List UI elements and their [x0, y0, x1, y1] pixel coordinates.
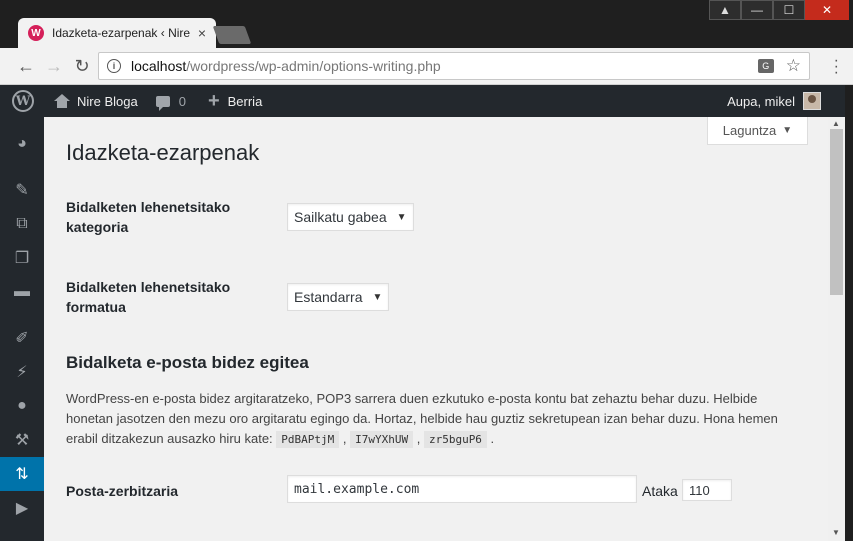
page-title: Idazketa-ezarpenak [66, 140, 260, 165]
comment-count: 0 [178, 93, 186, 109]
random-string: zr5bguP6 [423, 431, 487, 448]
dropdown-arrow-icon: ▼ [372, 291, 383, 303]
pages-icon[interactable]: ❐ [0, 241, 44, 275]
tab-close-icon[interactable]: × [198, 25, 206, 41]
new-label: Berria [227, 93, 263, 109]
posts-icon[interactable]: ✎ [0, 173, 44, 207]
window-border [845, 85, 853, 541]
page-scrollbar[interactable]: ▲ ▼ [828, 117, 845, 541]
default-category-value: Sailkatu gabea [294, 209, 387, 225]
plugins-icon[interactable]: ⚡ [0, 355, 44, 389]
users-icon[interactable]: ● [0, 389, 44, 423]
reload-button[interactable]: ↻ [72, 56, 92, 76]
help-tab-button[interactable]: Laguntza ▼ [707, 117, 808, 145]
url-host: localhost [131, 58, 187, 74]
post-via-email-description: WordPress-en e-posta bidez argitaratzeko… [66, 391, 778, 448]
settings-icon[interactable]: ⇅ [0, 457, 44, 491]
info-icon[interactable]: i [107, 59, 121, 73]
new-tab-button[interactable] [212, 26, 252, 44]
wp-admin-bar: W Nire Bloga 0 + Berria Aupa, mikel [0, 85, 853, 117]
default-category-select[interactable]: Sailkatu gabea ▼ [287, 203, 414, 231]
maximize-button[interactable]: ☐ [773, 0, 805, 20]
wp-logo-menu[interactable]: W [0, 85, 46, 117]
admin-sidebar: ◕ ✎ ⧉ ❐ ▬ ✐ ⚡ ● ⚒ ⇅ ▶ [0, 117, 44, 541]
tab-title: Idazketa-ezarpenak ‹ Nire [52, 26, 191, 40]
dashboard-icon[interactable]: ◕ [0, 127, 44, 161]
chevron-down-icon: ▼ [782, 125, 793, 136]
address-bar[interactable]: i localhost /wordpress/wp-admin/options-… [98, 52, 810, 80]
my-account-menu[interactable]: Aupa, mikel [727, 92, 853, 110]
forward-button[interactable]: → [44, 56, 64, 76]
help-label: Laguntza [722, 123, 777, 138]
wordpress-favicon-icon: W [28, 25, 44, 41]
appearance-icon[interactable]: ✐ [0, 321, 44, 355]
mail-server-label: Posta-zerbitzaria [66, 483, 179, 499]
default-category-label: Bidalketen lehenetsitako kategoria [66, 199, 231, 235]
random-string: I7wYXhUW [350, 431, 414, 448]
comments-link[interactable]: 0 [146, 85, 194, 117]
bookmark-star-icon[interactable]: ☆ [786, 56, 801, 76]
new-content-menu[interactable]: + Berria [194, 85, 270, 117]
browser-toolbar: ← → ↻ i localhost /wordpress/wp-admin/op… [0, 48, 853, 85]
comment-bubble-icon [155, 95, 170, 111]
avatar [803, 92, 821, 110]
port-input[interactable]: 110 [682, 479, 732, 501]
minimize-button[interactable]: — [741, 0, 773, 20]
scroll-thumb[interactable] [830, 129, 843, 295]
home-icon [54, 94, 70, 108]
window-controls: ▲ — ☐ ✕ [709, 0, 849, 20]
close-window-button[interactable]: ✕ [805, 0, 849, 20]
default-format-value: Estandarra [294, 289, 363, 305]
port-label: Ataka [642, 483, 678, 499]
browser-menu-icon[interactable]: · · · [834, 53, 839, 81]
tools-icon[interactable]: ⚒ [0, 423, 44, 457]
main-content: Laguntza ▼ Idazketa-ezarpenak Bidalketen… [44, 117, 828, 541]
translate-icon[interactable]: G [757, 59, 774, 73]
mail-server-input[interactable]: mail.example.com [287, 475, 637, 503]
random-string: PdBAPtjM [276, 431, 340, 448]
browser-tab[interactable]: W Idazketa-ezarpenak ‹ Nire × [18, 18, 216, 48]
back-button[interactable]: ← [16, 56, 36, 76]
scroll-down-icon[interactable]: ▼ [832, 528, 840, 537]
default-format-label: Bidalketen lehenetsitako formatua [66, 279, 231, 315]
media-icon[interactable]: ⧉ [0, 207, 44, 241]
scroll-up-icon[interactable]: ▲ [832, 119, 840, 128]
default-format-select[interactable]: Estandarra ▼ [287, 283, 390, 311]
dropdown-arrow-icon: ▼ [396, 211, 407, 223]
post-via-email-heading: Bidalketa e-posta bidez egitea [66, 353, 309, 372]
site-name-link[interactable]: Nire Bloga [46, 85, 146, 117]
comments-icon[interactable]: ▬ [0, 275, 44, 309]
user-profile-icon[interactable]: ▲ [709, 0, 741, 20]
wordpress-logo-icon: W [12, 90, 34, 112]
media-play-icon[interactable]: ▶ [0, 491, 44, 525]
browser-titlebar: W Idazketa-ezarpenak ‹ Nire × ▲ — ☐ ✕ [0, 0, 853, 48]
url-path: /wordpress/wp-admin/options-writing.php [186, 58, 441, 74]
site-name: Nire Bloga [77, 93, 138, 109]
greeting: Aupa, mikel [727, 93, 795, 109]
plus-icon: + [207, 89, 220, 112]
